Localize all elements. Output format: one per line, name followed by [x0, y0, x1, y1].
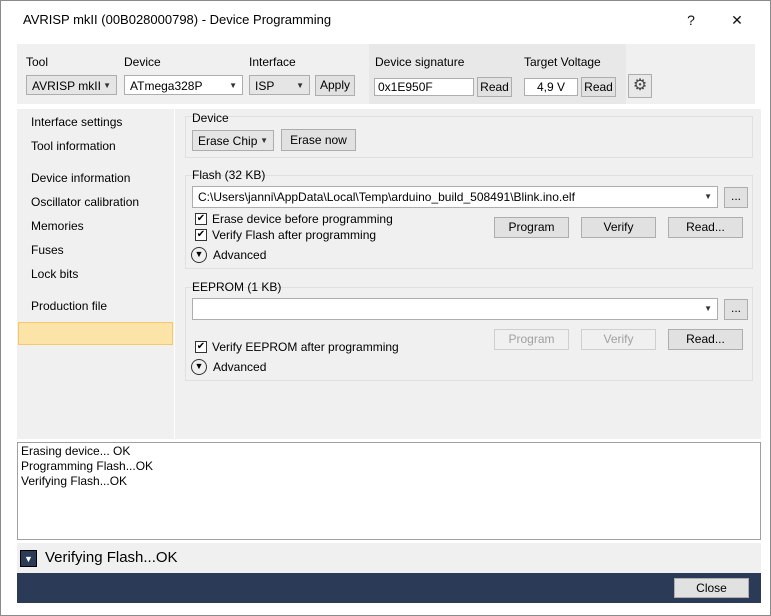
window-title: AVRISP mkII (00B028000798) - Device Prog…	[23, 12, 332, 27]
sidebar-item-device-information[interactable]: Device information	[31, 171, 130, 185]
interface-select[interactable]: ISP ▼	[249, 75, 310, 95]
flash-browse-button[interactable]: ...	[724, 187, 748, 208]
tool-value: AVRISP mkII	[32, 79, 101, 93]
status-bar: ▼ Verifying Flash...OK	[17, 543, 761, 573]
log-line: Erasing device... OK	[21, 444, 131, 458]
sidebar-item-interface-settings[interactable]: Interface settings	[31, 115, 122, 129]
sidebar-item-oscillator-calibration[interactable]: Oscillator calibration	[31, 195, 139, 209]
gear-icon: ⚙	[632, 77, 648, 94]
flash-program-button[interactable]: Program	[494, 217, 569, 238]
chevron-down-icon: ▼	[704, 304, 712, 313]
eeprom-read-button[interactable]: Read...	[668, 329, 743, 350]
device-select[interactable]: ATmega328P ▼	[124, 75, 243, 95]
interface-value: ISP	[255, 79, 275, 93]
flash-verify-button[interactable]: Verify	[581, 217, 656, 238]
device-label: Device	[124, 55, 161, 69]
verify-eeprom-label: Verify EEPROM after programming	[212, 340, 399, 354]
chevron-down-icon: ▼	[24, 554, 33, 564]
tool-select[interactable]: AVRISP mkII ▼	[26, 75, 117, 95]
flash-advanced-label[interactable]: Advanced	[213, 248, 266, 262]
chevron-down-icon: ▼	[229, 81, 237, 90]
tool-label: Tool	[26, 55, 49, 69]
erase-before-label: Erase device before programming	[212, 212, 393, 226]
signature-read-button[interactable]: Read	[477, 77, 512, 97]
eeprom-browse-button[interactable]: ...	[724, 299, 748, 320]
erase-mode-value: Erase Chip	[198, 134, 258, 148]
log-line: Verifying Flash...OK	[21, 474, 128, 488]
eeprom-verify-button[interactable]: Verify	[581, 329, 656, 350]
log-line: Programming Flash...OK	[21, 459, 154, 473]
sidebar-item-memories[interactable]: Memories	[31, 219, 84, 233]
interface-label: Interface	[249, 55, 296, 69]
help-button[interactable]: ?	[669, 7, 713, 33]
flash-advanced-expand-icon[interactable]: ▼	[191, 247, 207, 263]
chevron-down-icon: ▼	[260, 136, 268, 145]
voltage-field: 4,9 V	[524, 78, 578, 96]
chevron-down-icon: ▼	[704, 192, 712, 201]
eeprom-advanced-label[interactable]: Advanced	[213, 360, 266, 374]
verify-flash-label: Verify Flash after programming	[212, 228, 377, 242]
signature-field: 0x1E950F	[374, 78, 474, 96]
sidebar: Interface settings Tool information Devi…	[17, 109, 174, 439]
memories-panel	[175, 109, 761, 439]
sidebar-item-production-file[interactable]: Production file	[31, 299, 107, 313]
flash-file-select[interactable]: C:\Users\janni\AppData\Local\Temp\arduin…	[192, 186, 718, 208]
erase-mode-select[interactable]: Erase Chip ▼	[192, 130, 274, 151]
eeprom-advanced-expand-icon[interactable]: ▼	[191, 359, 207, 375]
flash-read-button[interactable]: Read...	[668, 217, 743, 238]
title-bar: AVRISP mkII (00B028000798) - Device Prog…	[1, 1, 770, 37]
eeprom-file-select[interactable]: ▼	[192, 298, 718, 320]
chevron-down-icon: ▼	[296, 81, 304, 90]
close-window-button[interactable]: ✕	[715, 7, 759, 33]
device-programming-window: AVRISP mkII (00B028000798) - Device Prog…	[0, 0, 771, 616]
footer-bar: Close	[17, 573, 761, 603]
verify-eeprom-checkbox[interactable]: ✔	[195, 341, 207, 353]
sidebar-selection-highlight	[18, 322, 173, 345]
apply-button[interactable]: Apply	[315, 75, 355, 96]
signature-label: Device signature	[375, 55, 465, 69]
eeprom-group-title: EEPROM (1 KB)	[192, 280, 282, 294]
settings-gear-button[interactable]: ⚙	[628, 74, 652, 98]
sidebar-item-lock-bits[interactable]: Lock bits	[31, 267, 78, 281]
close-button[interactable]: Close	[674, 578, 749, 598]
erase-now-button[interactable]: Erase now	[281, 129, 356, 151]
sidebar-item-fuses[interactable]: Fuses	[31, 243, 64, 257]
voltage-label: Target Voltage	[524, 55, 601, 69]
output-log[interactable]: Erasing device... OK Programming Flash..…	[17, 442, 761, 540]
verify-flash-checkbox[interactable]: ✔	[195, 229, 207, 241]
device-value: ATmega328P	[130, 79, 203, 93]
erase-before-checkbox[interactable]: ✔	[195, 213, 207, 225]
eeprom-program-button[interactable]: Program	[494, 329, 569, 350]
device-group-title: Device	[192, 111, 229, 125]
chevron-down-icon: ▼	[103, 81, 111, 90]
flash-file-path: C:\Users\janni\AppData\Local\Temp\arduin…	[198, 190, 575, 204]
voltage-read-button[interactable]: Read	[581, 77, 616, 97]
flash-group-title: Flash (32 KB)	[192, 168, 266, 182]
status-text: Verifying Flash...OK	[45, 549, 178, 566]
sidebar-item-tool-information[interactable]: Tool information	[31, 139, 116, 153]
expand-log-toggle[interactable]: ▼	[20, 550, 37, 567]
